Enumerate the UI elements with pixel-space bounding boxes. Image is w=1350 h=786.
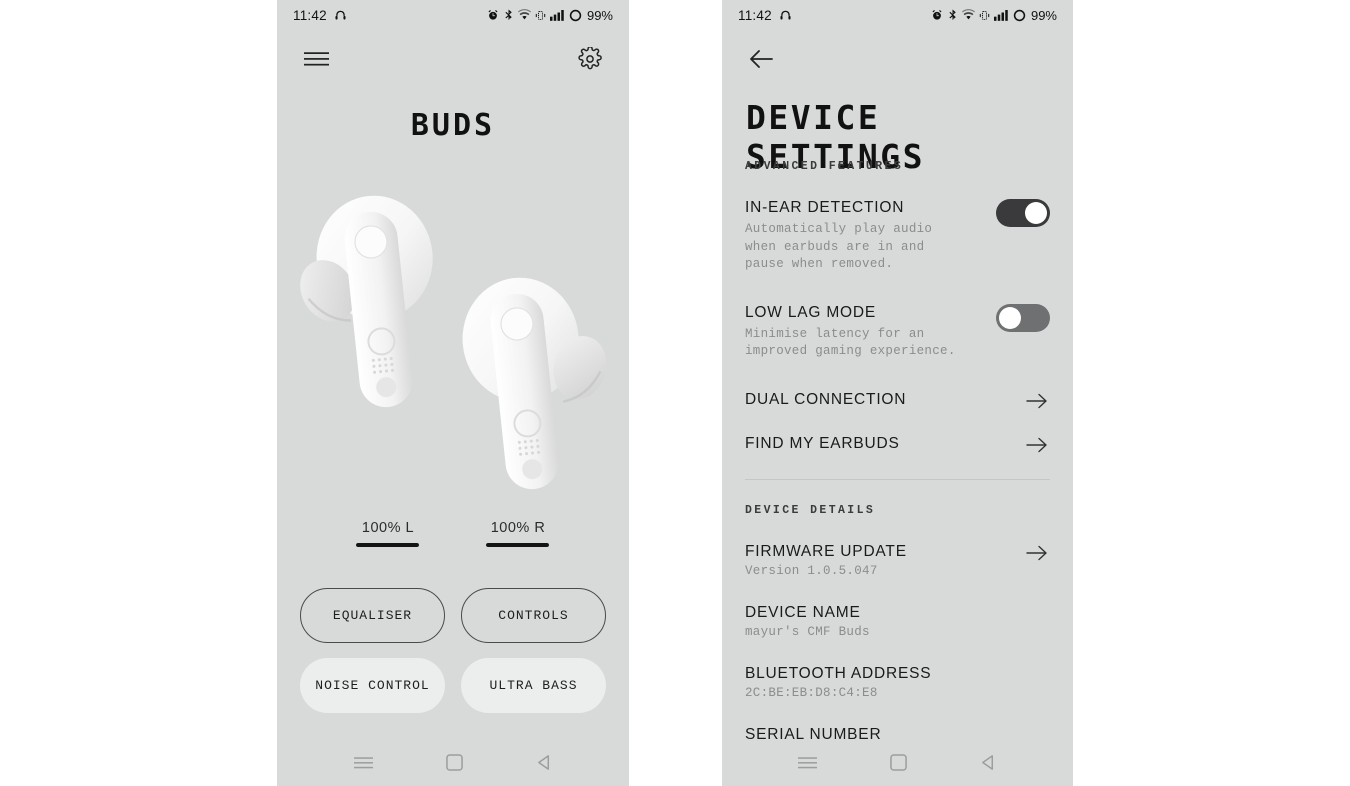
chevron-right-arrow-icon	[1026, 392, 1048, 415]
bluetooth-icon	[947, 8, 958, 22]
section-divider	[745, 478, 1050, 480]
screenshot-root: 11:42 99% BUDS 100% L 100% R EQUALISER C…	[0, 0, 1350, 786]
signal-icon	[993, 9, 1009, 21]
wifi-icon	[961, 9, 975, 21]
setting-desc-low-lag-mode: Minimise latency for an improved gaming …	[745, 326, 956, 359]
back-arrow-icon[interactable]	[746, 44, 776, 74]
recents-icon[interactable]	[353, 756, 373, 775]
battery-right-fill	[486, 543, 549, 547]
link-title-find-my-earbuds: FIND MY EARBUDS	[745, 434, 900, 452]
equaliser-button[interactable]: EQUALISER	[300, 588, 445, 643]
battery-left-label: 100% L	[361, 520, 415, 536]
battery-ring-icon	[569, 9, 582, 22]
link-find-my-earbuds[interactable]: FIND MY EARBUDS	[745, 435, 1050, 453]
item-firmware-update[interactable]: FIRMWARE UPDATE Version 1.0.5.047	[745, 543, 1050, 578]
battery-percent: 99%	[586, 7, 613, 23]
action-button-row-1: EQUALISER CONTROLS	[300, 588, 606, 643]
home-icon[interactable]	[445, 754, 463, 776]
battery-right-track	[486, 543, 549, 547]
action-buttons: EQUALISER CONTROLS NOISE CONTROL ULTRA B…	[300, 588, 606, 728]
status-bar-left: 11:42 99%	[277, 0, 629, 30]
battery-percent-2: 99%	[1030, 7, 1057, 23]
headphones-icon	[779, 9, 792, 22]
headphones-icon	[334, 9, 347, 22]
android-nav-bar-left	[277, 744, 629, 786]
signal-icon	[549, 9, 565, 21]
battery-right: 100% R	[486, 520, 550, 547]
status-time-2: 11:42	[738, 7, 772, 23]
setting-desc-in-ear-detection: Automatically play audio when earbuds ar…	[745, 222, 933, 271]
item-value-device-name: mayur's CMF Buds	[745, 624, 870, 639]
status-bar-right-group: 99%	[487, 8, 613, 23]
bluetooth-icon	[503, 8, 514, 22]
back-triangle-icon[interactable]	[980, 754, 997, 776]
vibrate-icon	[979, 10, 990, 21]
item-value-bluetooth-address: 2C:BE:EB:D8:C4:E8	[745, 685, 878, 700]
alarm-icon	[487, 9, 499, 21]
item-device-name: DEVICE NAME mayur's CMF Buds	[745, 604, 1050, 639]
setting-in-ear-detection[interactable]: IN-EAR DETECTION Automatically play audi…	[745, 199, 1050, 274]
toggle-knob	[999, 306, 1021, 329]
status-bar-left-group: 11:42	[293, 8, 347, 23]
vibrate-icon	[535, 10, 546, 21]
phone-screen-device-settings: 11:42 99% DEVICE SETTINGS ADVANCED FEATU…	[722, 0, 1073, 786]
item-serial-number: SERIAL NUMBER	[745, 726, 1050, 744]
battery-left-fill	[356, 543, 419, 547]
setting-low-lag-mode[interactable]: LOW LAG MODE Minimise latency for an imp…	[745, 303, 1050, 361]
section-label-advanced-features: ADVANCED FEATURES	[745, 160, 904, 173]
link-dual-connection[interactable]: DUAL CONNECTION	[745, 391, 1050, 409]
item-title-bluetooth-address: BLUETOOTH ADDRESS	[745, 664, 932, 682]
status-bar-right-left-group: 11:42	[738, 8, 792, 23]
chevron-right-arrow-icon	[1026, 544, 1048, 567]
item-title-serial-number: SERIAL NUMBER	[745, 725, 882, 743]
link-title-dual-connection: DUAL CONNECTION	[745, 390, 907, 408]
recents-icon[interactable]	[798, 756, 818, 775]
noise-control-button[interactable]: NOISE CONTROL	[300, 658, 445, 713]
battery-left-track	[356, 543, 419, 547]
status-bar-right-right-group: 99%	[931, 8, 1057, 23]
earbuds-product-image	[277, 175, 629, 505]
item-title-device-name: DEVICE NAME	[745, 603, 861, 621]
battery-left: 100% L	[356, 520, 420, 547]
wifi-icon	[517, 9, 531, 21]
chevron-right-arrow-icon	[1026, 436, 1048, 459]
status-bar-right: 11:42 99%	[722, 0, 1073, 30]
app-bar-right	[722, 38, 1073, 80]
ultra-bass-button[interactable]: ULTRA BASS	[461, 658, 606, 713]
status-time: 11:42	[293, 7, 327, 23]
back-triangle-icon[interactable]	[536, 754, 553, 776]
controls-button[interactable]: CONTROLS	[461, 588, 606, 643]
toggle-low-lag-mode[interactable]	[996, 303, 1050, 332]
page-title: BUDS	[410, 108, 496, 143]
item-value-firmware-version: Version 1.0.5.047	[745, 563, 878, 578]
android-nav-bar-right	[722, 744, 1073, 786]
settings-content: ADVANCED FEATURES IN-EAR DETECTION Autom…	[745, 160, 1050, 786]
battery-indicators: 100% L 100% R	[277, 520, 629, 547]
home-icon[interactable]	[890, 754, 907, 776]
action-button-row-2: NOISE CONTROL ULTRA BASS	[300, 658, 606, 713]
battery-right-label: 100% R	[490, 520, 546, 536]
gear-icon[interactable]	[575, 44, 605, 74]
phone-screen-buds-home: 11:42 99% BUDS 100% L 100% R EQUALISER C…	[277, 0, 629, 786]
item-title-firmware-update: FIRMWARE UPDATE	[745, 542, 907, 560]
app-bar-left	[277, 38, 629, 80]
toggle-in-ear-detection[interactable]	[996, 199, 1050, 227]
hamburger-menu-icon[interactable]	[301, 44, 331, 74]
item-bluetooth-address: BLUETOOTH ADDRESS 2C:BE:EB:D8:C4:E8	[745, 665, 1050, 700]
toggle-knob	[1025, 202, 1047, 224]
battery-ring-icon	[1013, 9, 1026, 22]
section-label-device-details: DEVICE DETAILS	[745, 503, 876, 517]
alarm-icon	[931, 9, 943, 21]
